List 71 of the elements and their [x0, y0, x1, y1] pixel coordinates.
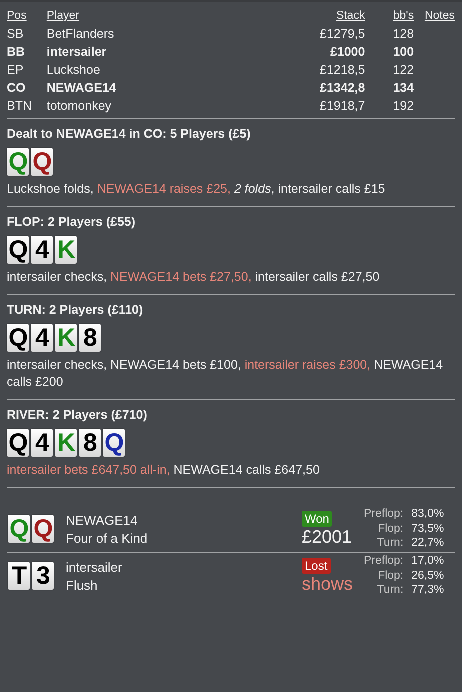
table-cell-text: 128 [392, 27, 414, 41]
playing-card: Q [7, 148, 29, 176]
table-cell-text: intersailer [46, 45, 108, 59]
table-cell-text: totomonkey [46, 99, 113, 113]
street-title: TURN: 2 Players (£110) [7, 303, 144, 317]
playing-card: 4 [31, 236, 53, 264]
playing-card: K [55, 429, 77, 457]
equity-label: Flop: [377, 568, 404, 584]
table-cell-text: BTN [7, 99, 33, 113]
result-badge: Lost [302, 558, 331, 574]
hand-name: Flush [66, 578, 99, 592]
column-header[interactable]: Notes [414, 10, 455, 22]
playing-card: K [55, 324, 77, 352]
result-amount: £2001 [302, 526, 352, 548]
playing-card: K [55, 236, 77, 264]
table-cell-text: 134 [392, 81, 414, 95]
table-cell-text: EP [7, 63, 25, 77]
street-title: Dealt to NEWAGE14 in CO: 5 Players (£5) [7, 127, 252, 141]
street-title: FLOP: 2 Players (£55) [7, 215, 137, 229]
action-text: intersailer bets £647,50 all-in, NEWAGE14 calls £647,50 [7, 462, 321, 479]
table-cell-text: NEWAGE14 [46, 81, 118, 95]
table-cell-text: 100 [392, 45, 414, 59]
result-badge: Won [302, 510, 332, 526]
playing-card: 4 [31, 429, 53, 457]
result-amount: shows [302, 574, 354, 594]
action-text: intersailer checks, NEWAGE14 bets £27,50, intersailer calls £27,50 [7, 269, 381, 286]
table-cell-text: Luckshoe [46, 63, 102, 77]
playing-card: Q [7, 429, 29, 457]
equity-value: 73,5% [412, 522, 444, 536]
table-cell-text: £1000 [329, 45, 366, 59]
table-cell-text: BetFlanders [46, 27, 116, 41]
equity-label: Preflop: [364, 507, 404, 522]
equity-label: Turn: [376, 536, 404, 551]
playing-card: Q [31, 148, 53, 176]
equity-value: 17,0% [412, 554, 444, 569]
column-header[interactable]: bb's [365, 10, 414, 22]
playing-card: 8 [79, 429, 101, 457]
playing-card: 8 [79, 324, 101, 352]
column-header[interactable]: Pos [7, 10, 47, 22]
player-name: intersailer [66, 560, 124, 574]
playing-card: Q [32, 515, 54, 543]
player-name: NEWAGE14 [66, 512, 139, 528]
playing-card: Q [7, 236, 29, 264]
table-cell-text: SB [7, 27, 25, 41]
action-text: intersailer checks, NEWAGE14 bets £100, intersailer raises £300, NEWAGE14 calls £200 [7, 357, 444, 391]
column-header[interactable]: Player [46, 10, 217, 22]
table-cell-text: 192 [392, 99, 414, 113]
column-header[interactable]: Stack [216, 10, 366, 22]
street-title: RIVER: 2 Players (£710) [7, 408, 148, 422]
hand-name: Four of a Kind [66, 530, 149, 546]
playing-card: 4 [31, 324, 53, 352]
equity-label: Turn: [376, 583, 404, 598]
equity-label: Flop: [377, 522, 404, 536]
playing-card: 3 [32, 562, 54, 590]
equity-value: 77,3% [412, 583, 444, 598]
table-cell-text: BB [7, 45, 26, 59]
playing-card: Q [103, 429, 125, 457]
equity-label: Preflop: [364, 554, 404, 569]
playing-card: Q [7, 324, 29, 352]
table-cell-text: £1918,7 [319, 99, 366, 113]
action-text: Luckshoe folds, NEWAGE14 raises £25, 2 folds, intersailer calls £15 [7, 181, 386, 198]
playing-card: T [8, 562, 30, 590]
table-cell-text: £1279,5 [319, 27, 366, 41]
equity-value: 83,0% [412, 507, 444, 522]
table-cell-text: 122 [392, 63, 414, 77]
equity-value: 26,5% [412, 568, 444, 584]
table-cell-text: £1342,8 [319, 81, 366, 95]
equity-value: 22,7% [412, 536, 444, 551]
playing-card: Q [8, 515, 30, 543]
table-cell-text: CO [7, 81, 27, 95]
table-cell-text: £1218,5 [319, 63, 366, 77]
